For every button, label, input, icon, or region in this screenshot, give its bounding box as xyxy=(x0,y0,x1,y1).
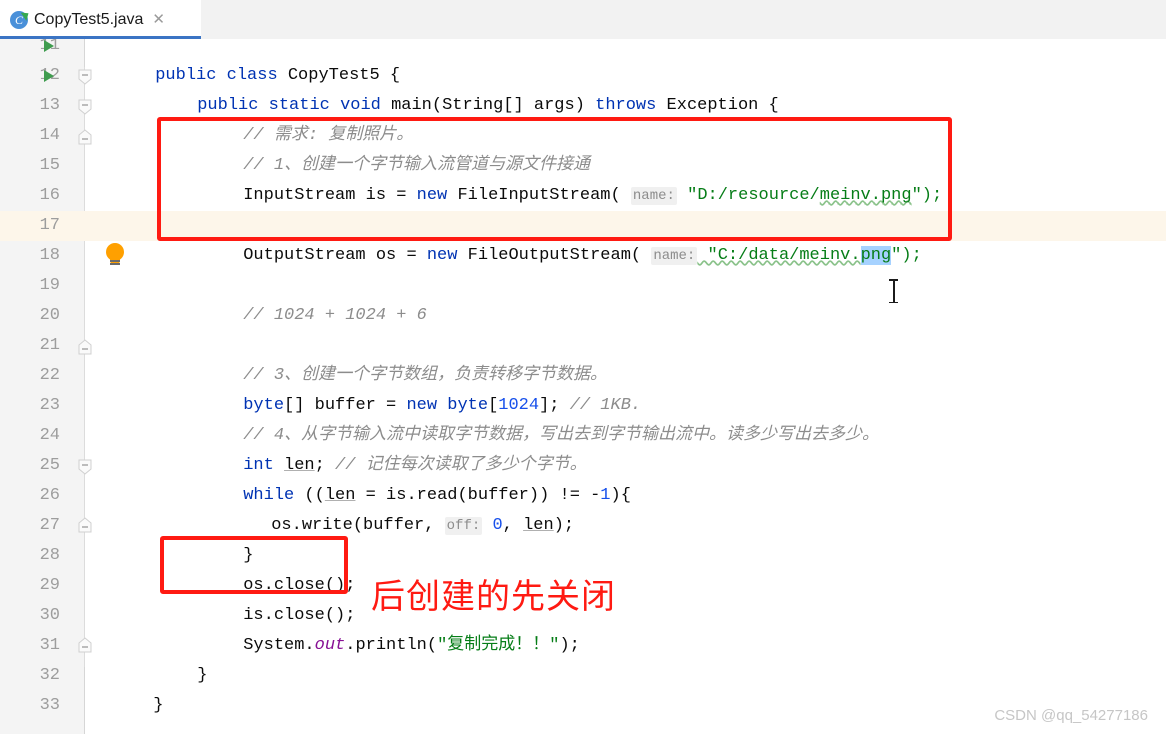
line-number: 22 xyxy=(39,366,60,385)
code-row[interactable]: 28 os.close(); xyxy=(0,541,1166,595)
line-number: 26 xyxy=(39,486,60,505)
code-row[interactable]: 20 xyxy=(0,301,1166,331)
mouse-text-cursor xyxy=(889,279,898,303)
code-row[interactable]: 11 public class CopyTest5 { xyxy=(0,39,1166,85)
code-row-current[interactable]: 17 OutputStream os = new FileOutputStrea… xyxy=(0,211,1166,265)
code-row[interactable]: 19 // 1024 + 1024 + 6 xyxy=(0,271,1166,325)
line-number: 29 xyxy=(39,576,60,595)
code-row[interactable]: 32 } xyxy=(0,661,1166,715)
code-row[interactable]: 16 // 2、创建一个字节输出流管道与目标文件接通。 xyxy=(0,181,1166,235)
line-number: 32 xyxy=(39,666,60,685)
code-row[interactable]: 23 // 4、从字节输入流中读取字节数据，写出去到字节输出流中。读多少写出去多… xyxy=(0,391,1166,445)
line-number: 13 xyxy=(39,96,60,115)
line-number: 31 xyxy=(39,636,60,655)
code-row[interactable]: 25 while ((len = is.read(buffer)) != -1)… xyxy=(0,451,1166,505)
code-row[interactable]: 31 } xyxy=(0,631,1166,685)
fold-marker-collapse[interactable] xyxy=(77,459,93,475)
line-number: 18 xyxy=(39,246,60,265)
line-number: 30 xyxy=(39,606,60,625)
line-number: 17 xyxy=(39,216,60,235)
code-row[interactable]: 27 } xyxy=(0,511,1166,565)
code-row[interactable]: 13 // 需求: 复制照片。 xyxy=(0,91,1166,145)
run-gutter-icon[interactable] xyxy=(44,70,54,82)
watermark: CSDN @qq_54277186 xyxy=(994,707,1148,724)
fold-marker-expand[interactable] xyxy=(77,517,93,533)
code-row[interactable]: 14 // 1、创建一个字节输入流管道与源文件接通 xyxy=(0,121,1166,175)
tab-title: CopyTest5.java xyxy=(34,10,144,28)
code-row[interactable]: 12 public static void main(String[] args… xyxy=(0,61,1166,115)
java-class-icon-letter: C xyxy=(14,12,23,27)
fold-marker-collapse[interactable] xyxy=(77,69,93,85)
editor-tab-bar: C CopyTest5.java ✕ xyxy=(0,0,1166,39)
code-row[interactable]: 33 xyxy=(0,691,1166,721)
line-number: 33 xyxy=(39,696,60,715)
line-number: 21 xyxy=(39,336,60,355)
code-row[interactable]: 18 xyxy=(0,241,1166,271)
line-number: 16 xyxy=(39,186,60,205)
lightbulb-icon[interactable] xyxy=(104,243,126,267)
code-row[interactable]: 22 byte[] buffer = new byte[1024]; // 1K… xyxy=(0,361,1166,415)
code-row[interactable]: 26 os.write(buffer, off: 0, len); xyxy=(0,481,1166,535)
line-number: 27 xyxy=(39,516,60,535)
close-icon[interactable]: ✕ xyxy=(152,12,165,27)
line-number: 25 xyxy=(39,456,60,475)
annotation-note: 后创建的先关闭 xyxy=(371,577,616,617)
tab-copytest5-java[interactable]: C CopyTest5.java ✕ xyxy=(0,0,201,39)
line-number: 23 xyxy=(39,396,60,415)
code-editor[interactable]: 11 public class CopyTest5 { 12 public st… xyxy=(0,39,1166,734)
line-number: 24 xyxy=(39,426,60,445)
code-row[interactable]: 15 InputStream is = new FileInputStream(… xyxy=(0,151,1166,205)
line-number: 15 xyxy=(39,156,60,175)
fold-marker-expand[interactable] xyxy=(77,637,93,653)
line-number: 14 xyxy=(39,126,60,145)
fold-marker-expand[interactable] xyxy=(77,129,93,145)
java-class-icon: C xyxy=(10,8,32,29)
line-number: 19 xyxy=(39,276,60,295)
line-number: 28 xyxy=(39,546,60,565)
run-gutter-icon[interactable] xyxy=(44,40,54,52)
fold-marker-collapse[interactable] xyxy=(77,99,93,115)
fold-marker-expand[interactable] xyxy=(77,339,93,355)
code-row[interactable]: 21 // 3、创建一个字节数组，负责转移字节数据。 xyxy=(0,331,1166,385)
line-number: 20 xyxy=(39,306,60,325)
code-row[interactable]: 24 int len; // 记住每次读取了多少个字节。 xyxy=(0,421,1166,475)
